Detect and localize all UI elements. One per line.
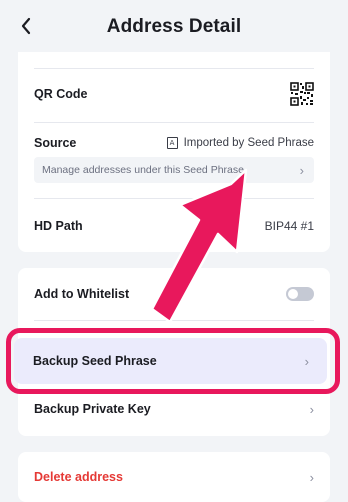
hd-path-row: HD Path BIP44 #1 (34, 216, 314, 236)
source-value: A Imported by Seed Phrase (166, 137, 314, 149)
hd-path-label: HD Path (34, 219, 83, 233)
hd-path-value: BIP44 #1 (264, 219, 314, 233)
manage-addresses-link[interactable]: Manage addresses under this Seed Phrase … (34, 157, 314, 183)
whitelist-label: Add to Whitelist (34, 287, 130, 301)
qr-code-icon[interactable] (290, 82, 314, 106)
divider (34, 68, 314, 69)
qr-code-label: QR Code (34, 87, 88, 101)
divider (34, 122, 314, 123)
source-label: Source (34, 136, 77, 150)
backup-private-key-row[interactable]: Backup Private Key › (34, 399, 314, 419)
divider (34, 198, 314, 199)
source-value-text: Imported by Seed Phrase (183, 137, 314, 149)
danger-card: Delete address › (18, 452, 330, 502)
toggle-knob (288, 289, 298, 299)
delete-address-label: Delete address (34, 470, 123, 484)
chevron-right-icon: › (309, 469, 314, 485)
delete-address-row[interactable]: Delete address › (34, 467, 314, 487)
page-title: Address Detail (106, 16, 242, 37)
source-row: Source A Imported by Seed Phrase (34, 134, 314, 152)
header: Address Detail (0, 0, 348, 52)
manage-addresses-text: Manage addresses under this Seed Phrase (42, 164, 244, 176)
backup-seed-phrase-label: Backup Seed Phrase (33, 354, 157, 368)
backup-seed-phrase-row[interactable]: Backup Seed Phrase › (14, 338, 327, 384)
key-badge-icon: A (166, 137, 178, 149)
chevron-right-icon: › (309, 401, 314, 417)
backup-private-key-label: Backup Private Key (34, 402, 151, 416)
divider (34, 320, 314, 321)
qr-code-row[interactable]: QR Code (34, 81, 314, 107)
whitelist-toggle[interactable] (286, 287, 314, 301)
chevron-right-icon: › (299, 162, 304, 178)
chevron-right-icon: › (304, 353, 309, 369)
address-info-card: QR Code Source A Imported by Seed Phrase… (18, 52, 330, 252)
whitelist-row: Add to Whitelist (34, 284, 314, 304)
